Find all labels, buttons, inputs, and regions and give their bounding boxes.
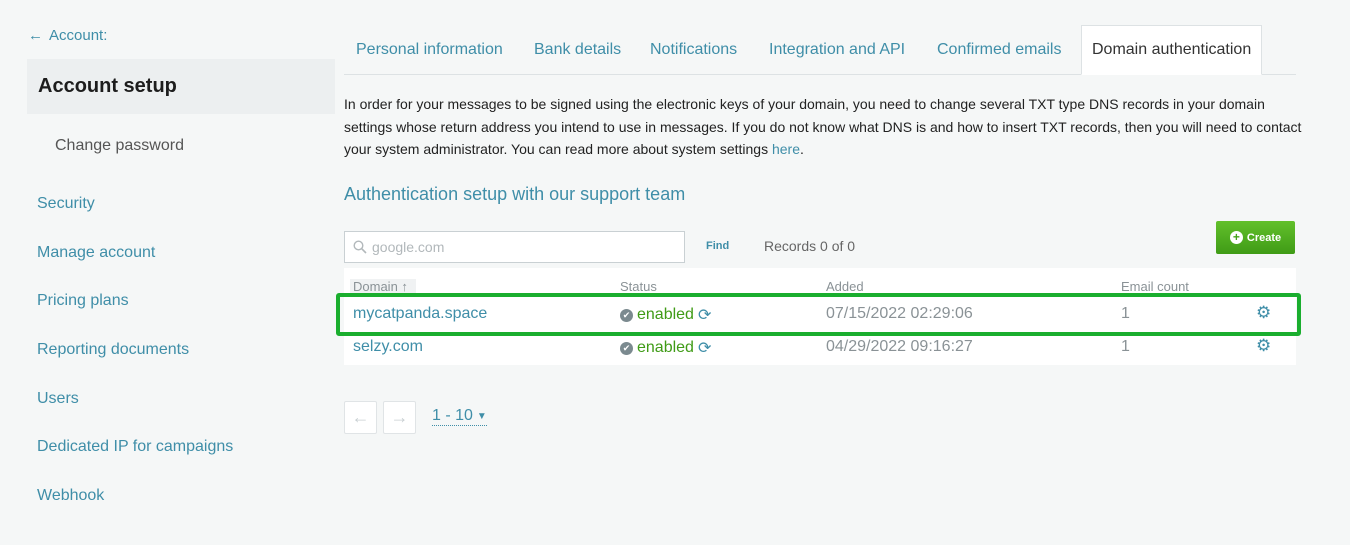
arrow-left-icon: ← [28,27,43,44]
column-header-email-count: Email count [1121,279,1189,294]
sidebar-item-dedicated-ip[interactable]: Dedicated IP for campaigns [37,438,233,456]
records-count: Records 0 of 0 [764,238,856,254]
sidebar-header-title: Account setup [38,75,177,97]
email-count: 1 [1121,338,1130,355]
status-label: enabled [637,339,694,356]
tab-confirmed-emails[interactable]: Confirmed emails [937,25,1061,75]
column-header-status: Status [620,279,657,294]
sidebar-item-pricing-plans[interactable]: Pricing plans [37,292,129,310]
arrow-left-icon: ← [351,407,370,427]
refresh-icon[interactable]: ⟳ [698,338,711,358]
caret-down-icon: ▼ [476,410,487,422]
prev-page-button[interactable]: ← [344,401,377,434]
sidebar-item-webhook[interactable]: Webhook [37,487,104,505]
sidebar-item-security[interactable]: Security [37,195,95,213]
column-header-domain[interactable]: Domain ↑ [350,279,416,294]
arrow-right-icon: → [390,407,409,427]
find-button[interactable]: Find [706,240,729,252]
plus-circle-icon: + [1229,231,1243,244]
tab-domain-authentication[interactable]: Domain authentication [1081,25,1263,75]
back-link-label: Account: [49,27,108,44]
description-suffix: . [800,141,804,157]
domain-link[interactable]: selzy.com [353,338,423,356]
back-to-account-link[interactable]: ← Account: [28,27,107,44]
description-text: In order for your messages to be signed … [344,93,1304,161]
sidebar-item-change-password[interactable]: Change password [55,137,184,155]
settings-help-link[interactable]: here [772,141,800,157]
page-size-dropdown[interactable]: 1 - 10 ▼ [432,407,487,426]
sidebar-header: Account setup [27,59,335,114]
status-cell: ✔ enabled ⟳ [620,338,711,358]
tab-integration-api[interactable]: Integration and API [769,25,905,75]
tab-notifications[interactable]: Notifications [650,25,737,75]
search-input[interactable] [372,239,672,255]
section-title: Authentication setup with our support te… [344,184,686,204]
search-field[interactable] [344,231,685,263]
tab-bar: Personal information Bank details Notifi… [344,25,1296,75]
description-body: In order for your messages to be signed … [344,96,1302,157]
create-button[interactable]: + Create [1216,221,1295,254]
sidebar-item-reporting-documents[interactable]: Reporting documents [37,341,189,359]
check-circle-icon: ✔ [620,341,633,355]
search-icon [353,240,367,254]
next-page-button[interactable]: → [383,401,416,434]
gear-icon[interactable]: ⚙ [1256,336,1271,356]
create-button-label: Create [1246,231,1282,244]
sidebar-item-manage-account[interactable]: Manage account [37,244,155,262]
tab-personal-information[interactable]: Personal information [356,25,503,75]
row-highlight-box [336,293,1301,336]
sidebar-item-users[interactable]: Users [37,390,79,408]
tab-bank-details[interactable]: Bank details [534,25,621,75]
column-header-added: Added [826,279,864,294]
added-date: 04/29/2022 09:16:27 [826,338,973,355]
page-range-label: 1 - 10 [432,407,473,424]
